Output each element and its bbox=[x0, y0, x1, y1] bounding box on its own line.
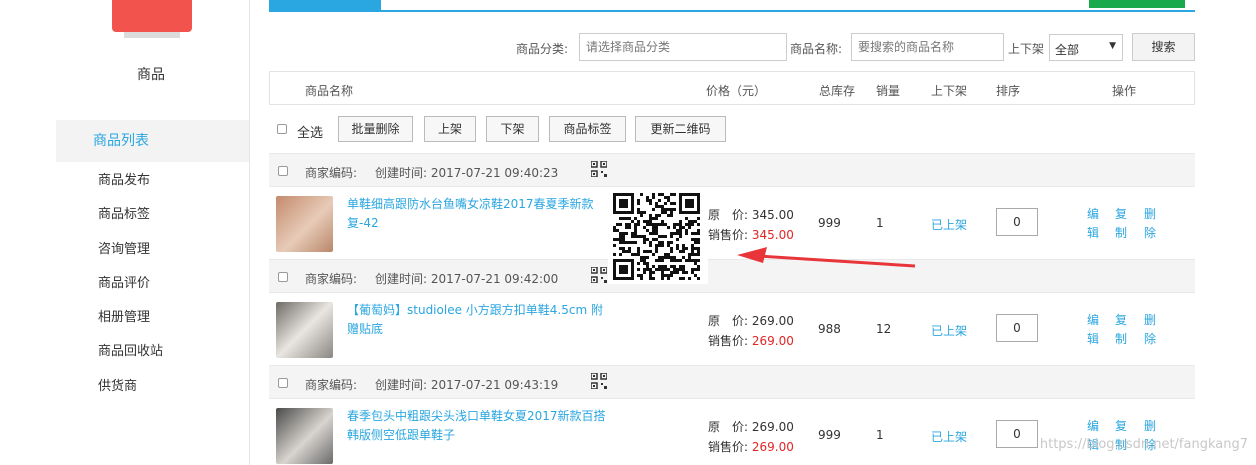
sort-input[interactable]: 0 bbox=[996, 314, 1038, 342]
red-arrow-annotation bbox=[737, 247, 916, 268]
header-sales: 销量 bbox=[876, 84, 901, 98]
search-button[interactable]: 搜索 bbox=[1132, 33, 1195, 61]
qrcode-popup bbox=[608, 188, 708, 284]
table-row: 单鞋细高跟防水台鱼嘴女凉鞋2017春夏季新款复-42 原 价: 345.00 销… bbox=[269, 188, 1195, 260]
stock-value: 988 bbox=[818, 322, 841, 336]
watermark-text: https://blog.csdn.net/fangkang7 bbox=[1039, 437, 1248, 452]
select-all-label: 全选 bbox=[297, 126, 324, 141]
top-tab-bar bbox=[269, 0, 1195, 12]
price-cell: 原 价: 269.00 销售价: 269.00 bbox=[708, 311, 794, 351]
shelf-select[interactable]: 全部 ▼ bbox=[1049, 34, 1123, 61]
shelf-on-button[interactable]: 上架 bbox=[424, 116, 476, 142]
update-qrcode-button[interactable]: 更新二维码 bbox=[635, 116, 726, 142]
product-name-link[interactable]: 春季包头中粗跟尖头浅口单鞋女夏2017新款百搭韩版侧空低跟单鞋子 bbox=[347, 407, 612, 445]
stock-value: 999 bbox=[818, 216, 841, 230]
merchant-code-label: 商家编码: bbox=[305, 378, 358, 392]
select-all-checkbox[interactable] bbox=[277, 124, 287, 134]
sale-price-label: 销售价: bbox=[708, 334, 749, 348]
shelf-status-link[interactable]: 已上架 bbox=[931, 322, 967, 339]
header-ops: 操作 bbox=[1112, 84, 1137, 98]
product-group-header: 商家编码: 创建时间: 2017-07-21 09:40:23 bbox=[269, 153, 1195, 187]
sidebar-item-inquiries[interactable]: 咨询管理 bbox=[98, 241, 163, 275]
sidebar-item-reviews[interactable]: 商品评价 bbox=[98, 275, 163, 309]
qrcode-icon[interactable] bbox=[591, 373, 607, 389]
created-time: 创建时间: 2017-07-21 09:42:00 bbox=[375, 272, 559, 286]
price-cell: 原 价: 269.00 销售价: 269.00 bbox=[708, 417, 794, 457]
row-checkbox[interactable] bbox=[278, 166, 288, 176]
shelf-status-link[interactable]: 已上架 bbox=[931, 428, 967, 445]
table-row: 【葡萄妈】studiolee 小方跟方扣单鞋4.5cm 附赠贴底 原 价: 26… bbox=[269, 294, 1195, 366]
sidebar-item-goods-tags[interactable]: 商品标签 bbox=[98, 206, 163, 240]
category-input[interactable] bbox=[579, 33, 787, 61]
name-label: 商品名称: bbox=[790, 42, 843, 56]
sale-price: 269.00 bbox=[751, 334, 794, 348]
table-row: 春季包头中粗跟尖头浅口单鞋女夏2017新款百搭韩版侧空低跟单鞋子 原 价: 26… bbox=[269, 400, 1195, 465]
header-price: 价格（元） bbox=[706, 84, 767, 98]
product-group-header: 商家编码: 创建时间: 2017-07-21 09:43:19 bbox=[269, 365, 1195, 399]
sale-price: 345.00 bbox=[751, 228, 794, 242]
shelf-label: 上下架 bbox=[1008, 42, 1045, 56]
edit-link[interactable]: 编辑 bbox=[1087, 205, 1101, 243]
goods-tag-button[interactable]: 商品标签 bbox=[549, 116, 626, 142]
sale-price-label: 销售价: bbox=[708, 228, 749, 242]
sidebar-item-albums[interactable]: 相册管理 bbox=[98, 309, 163, 343]
created-time: 创建时间: 2017-07-21 09:43:19 bbox=[375, 378, 559, 392]
goods-logo-icon bbox=[112, 0, 192, 38]
header-stock: 总库存 bbox=[819, 84, 856, 98]
qrcode-icon[interactable] bbox=[591, 267, 607, 283]
sales-value: 1 bbox=[876, 216, 884, 230]
sort-input[interactable]: 0 bbox=[996, 420, 1038, 448]
stock-value: 999 bbox=[818, 428, 841, 442]
sidebar-menu: 商品发布 商品标签 咨询管理 商品评价 相册管理 商品回收站 供货商 bbox=[98, 172, 163, 412]
filter-bar: 商品分类: 商品名称: 上下架 全部 ▼ 搜索 bbox=[0, 33, 1256, 61]
category-label: 商品分类: bbox=[516, 42, 569, 56]
shelf-select-value: 全部 bbox=[1055, 43, 1080, 57]
sale-price-label: 销售价: bbox=[708, 440, 749, 454]
product-name-link[interactable]: 单鞋细高跟防水台鱼嘴女凉鞋2017春夏季新款复-42 bbox=[347, 195, 612, 233]
header-shelf: 上下架 bbox=[931, 84, 968, 98]
copy-link[interactable]: 复制 bbox=[1115, 205, 1129, 243]
delete-link[interactable]: 删除 bbox=[1144, 311, 1158, 349]
table-header: 商品名称 价格（元） 总库存 销量 上下架 排序 操作 bbox=[269, 71, 1195, 105]
sort-input[interactable]: 0 bbox=[996, 208, 1038, 236]
merchant-code-label: 商家编码: bbox=[305, 272, 358, 286]
copy-link[interactable]: 复制 bbox=[1115, 311, 1129, 349]
created-time: 创建时间: 2017-07-21 09:40:23 bbox=[375, 166, 559, 180]
product-group-header: 商家编码: 创建时间: 2017-07-21 09:42:00 bbox=[269, 259, 1195, 293]
edit-link[interactable]: 编辑 bbox=[1087, 311, 1101, 349]
product-thumbnail[interactable] bbox=[276, 196, 333, 252]
price-cell: 原 价: 345.00 销售价: 345.00 bbox=[708, 205, 794, 245]
sidebar-item-goods-publish[interactable]: 商品发布 bbox=[98, 172, 163, 206]
header-sort: 排序 bbox=[996, 84, 1021, 98]
shelf-off-button[interactable]: 下架 bbox=[486, 116, 539, 142]
row-checkbox[interactable] bbox=[278, 378, 288, 388]
add-goods-button[interactable] bbox=[1089, 0, 1185, 8]
product-thumbnail[interactable] bbox=[276, 302, 333, 358]
name-search-input[interactable] bbox=[851, 33, 1004, 61]
sidebar-item-goods-list[interactable]: 商品列表 bbox=[56, 120, 249, 162]
sidebar-item-suppliers[interactable]: 供货商 bbox=[98, 378, 163, 412]
header-name: 商品名称 bbox=[305, 84, 354, 98]
row-checkbox[interactable] bbox=[278, 272, 288, 282]
sales-value: 1 bbox=[876, 428, 884, 442]
shelf-status-link[interactable]: 已上架 bbox=[931, 216, 967, 233]
qrcode-image bbox=[613, 193, 700, 280]
sidebar-section-title: 商品 bbox=[137, 67, 165, 83]
sale-price: 269.00 bbox=[751, 440, 794, 454]
batch-actions: 全选 批量删除 上架 下架 商品标签 更新二维码 bbox=[269, 115, 1195, 143]
merchant-code-label: 商家编码: bbox=[305, 166, 358, 180]
original-price: 原 价: 345.00 bbox=[708, 208, 794, 222]
sales-value: 12 bbox=[876, 322, 892, 336]
batch-delete-button[interactable]: 批量删除 bbox=[338, 116, 413, 142]
tab-active[interactable] bbox=[269, 0, 381, 12]
original-price: 原 价: 269.00 bbox=[708, 314, 794, 328]
sidebar-item-recycle-bin[interactable]: 商品回收站 bbox=[98, 343, 163, 377]
qrcode-icon[interactable] bbox=[591, 161, 607, 177]
original-price: 原 价: 269.00 bbox=[708, 420, 794, 434]
chevron-down-icon: ▼ bbox=[1109, 41, 1116, 51]
delete-link[interactable]: 删除 bbox=[1144, 205, 1158, 243]
sidebar: 商品 商品列表 商品发布 商品标签 咨询管理 商品评价 相册管理 商品回收站 供… bbox=[0, 0, 250, 465]
product-name-link[interactable]: 【葡萄妈】studiolee 小方跟方扣单鞋4.5cm 附赠贴底 bbox=[347, 301, 612, 339]
product-thumbnail[interactable] bbox=[276, 408, 333, 464]
